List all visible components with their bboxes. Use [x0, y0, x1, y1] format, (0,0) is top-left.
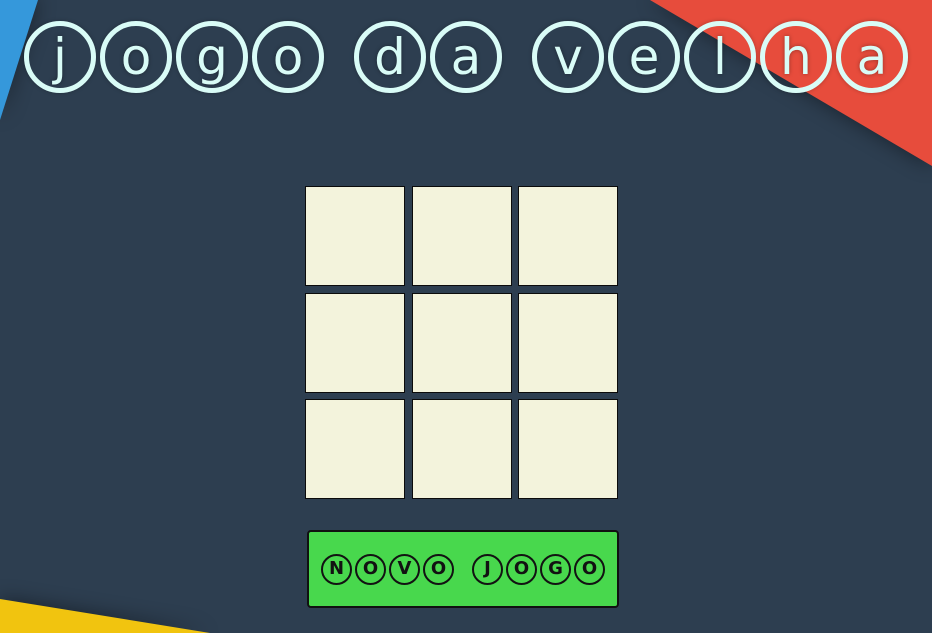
title-word-da: d a [354, 21, 502, 93]
board-cell-5[interactable] [412, 293, 512, 393]
game-page: j o g o d a v e l h a N O V O J O G O [0, 0, 932, 633]
title-word-jogo: j o g o [24, 21, 324, 93]
title-letter: j [24, 21, 96, 93]
new-game-letter: N [321, 553, 352, 585]
board-cell-6[interactable] [518, 293, 618, 393]
title-letter: o [100, 21, 172, 93]
title-letter: a [430, 21, 502, 93]
new-game-letter: V [389, 553, 420, 585]
new-game-word-jogo: J O G O [472, 553, 605, 585]
new-game-letter: G [540, 553, 571, 585]
board-cell-2[interactable] [412, 186, 512, 286]
new-game-button[interactable]: N O V O J O G O [307, 530, 619, 608]
title-letter: v [532, 21, 604, 93]
title-letter: h [760, 21, 832, 93]
board-cell-7[interactable] [305, 399, 405, 499]
new-game-letter: O [423, 553, 454, 585]
title-letter: a [836, 21, 908, 93]
board-cell-9[interactable] [518, 399, 618, 499]
tic-tac-toe-board [305, 186, 621, 502]
title-letter: l [684, 21, 756, 93]
new-game-letter: O [574, 553, 605, 585]
board-cell-4[interactable] [305, 293, 405, 393]
new-game-word-novo: N O V O [321, 553, 454, 585]
title-word-velha: v e l h a [532, 21, 908, 93]
board-cell-1[interactable] [305, 186, 405, 286]
title-letter: d [354, 21, 426, 93]
title-letter: o [252, 21, 324, 93]
title-letter: g [176, 21, 248, 93]
new-game-letter: J [472, 553, 503, 585]
board-cell-8[interactable] [412, 399, 512, 499]
game-title: j o g o d a v e l h a [8, 16, 924, 98]
new-game-letter: O [506, 553, 537, 585]
title-letter: e [608, 21, 680, 93]
board-cell-3[interactable] [518, 186, 618, 286]
new-game-letter: O [355, 553, 386, 585]
